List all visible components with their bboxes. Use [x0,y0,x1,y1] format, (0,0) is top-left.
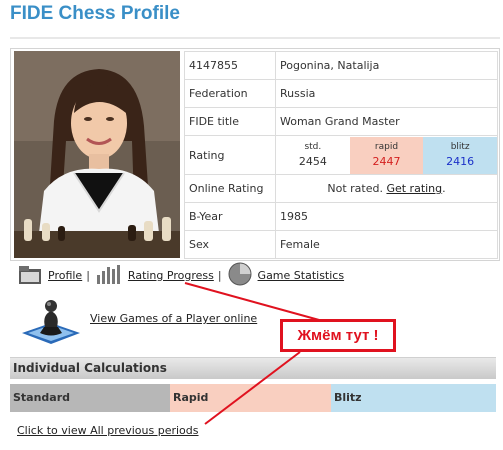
federation-value: Russia [275,79,498,108]
nav-separator: | [86,268,90,282]
view-games-link[interactable]: View Games of a Player online [90,312,257,325]
rating-rapid-caption: rapid [374,141,399,152]
pie-chart-icon [228,262,252,289]
rating-rapid-value: 2447 [372,154,401,168]
annotation-callout: Жмём тут ! [280,319,396,352]
page-title: FIDE Chess Profile [10,3,180,24]
individual-calculations-header: Individual Calculations [10,357,496,379]
info-row-title: FIDE title Woman Grand Master [184,107,498,136]
individual-standard-tab[interactable]: Standard [10,384,170,412]
chess-pawn-icon [20,297,82,350]
rating-blitz-value: 2416 [446,154,475,168]
rating-progress-link[interactable]: Rating Progress [128,269,214,282]
title-divider [10,37,500,39]
player-photo [14,51,180,258]
online-rating-period: . [442,182,446,195]
info-row-sex: Sex Female [184,230,498,259]
info-row-online: Online Rating Not rated. Get rating. [184,174,498,203]
online-rating-status: Not rated. [327,182,383,195]
federation-label: Federation [184,79,276,108]
player-info-table: 4147855 Pogonina, Natalija Federation Ru… [184,51,498,259]
online-rating-cell: Not rated. Get rating. [275,174,498,203]
individual-calculations-columns: Standard Rapid Blitz [10,384,496,412]
info-row-rating: Rating std. 2454 rapid 2447 blitz 2416 [184,135,498,175]
view-games-row: View Games of a Player online [20,297,257,350]
online-rating-label: Online Rating [184,174,276,203]
fide-title-value: Woman Grand Master [275,107,498,136]
rating-label: Rating [184,135,276,175]
profile-nav: Profile | Rating Progress | Game Statist… [18,262,345,289]
individual-blitz-tab[interactable]: Blitz [331,384,496,412]
fide-title-label: FIDE title [184,107,276,136]
info-row-federation: Federation Russia [184,79,498,108]
rating-cells-container: std. 2454 rapid 2447 blitz 2416 [275,135,498,175]
birth-year-label: B-Year [184,202,276,231]
rating-blitz: blitz 2416 [423,136,498,174]
fide-id-value: 4147855 [184,51,276,80]
get-rating-link[interactable]: Get rating [386,182,442,195]
rating-standard-caption: std. [304,141,322,152]
rating-blitz-caption: blitz [450,141,470,152]
sex-value: Female [275,230,498,259]
game-statistics-link[interactable]: Game Statistics [258,269,345,282]
rating-standard-value: 2454 [298,154,327,168]
player-name-value: Pogonina, Natalija [275,51,498,80]
profile-link[interactable]: Profile [48,269,82,282]
player-photo-image [14,51,180,258]
nav-separator: | [217,268,222,282]
rating-standard: std. 2454 [276,137,350,174]
individual-rapid-tab[interactable]: Rapid [170,384,331,412]
folder-icon [18,263,42,288]
sex-label: Sex [184,230,276,259]
info-row-byear: B-Year 1985 [184,202,498,231]
info-row-id: 4147855 Pogonina, Natalija [184,51,498,80]
birth-year-value: 1985 [275,202,498,231]
previous-periods-link[interactable]: Click to view All previous periods [17,424,199,437]
bar-chart-icon [96,263,122,288]
rating-rapid: rapid 2447 [349,136,424,174]
